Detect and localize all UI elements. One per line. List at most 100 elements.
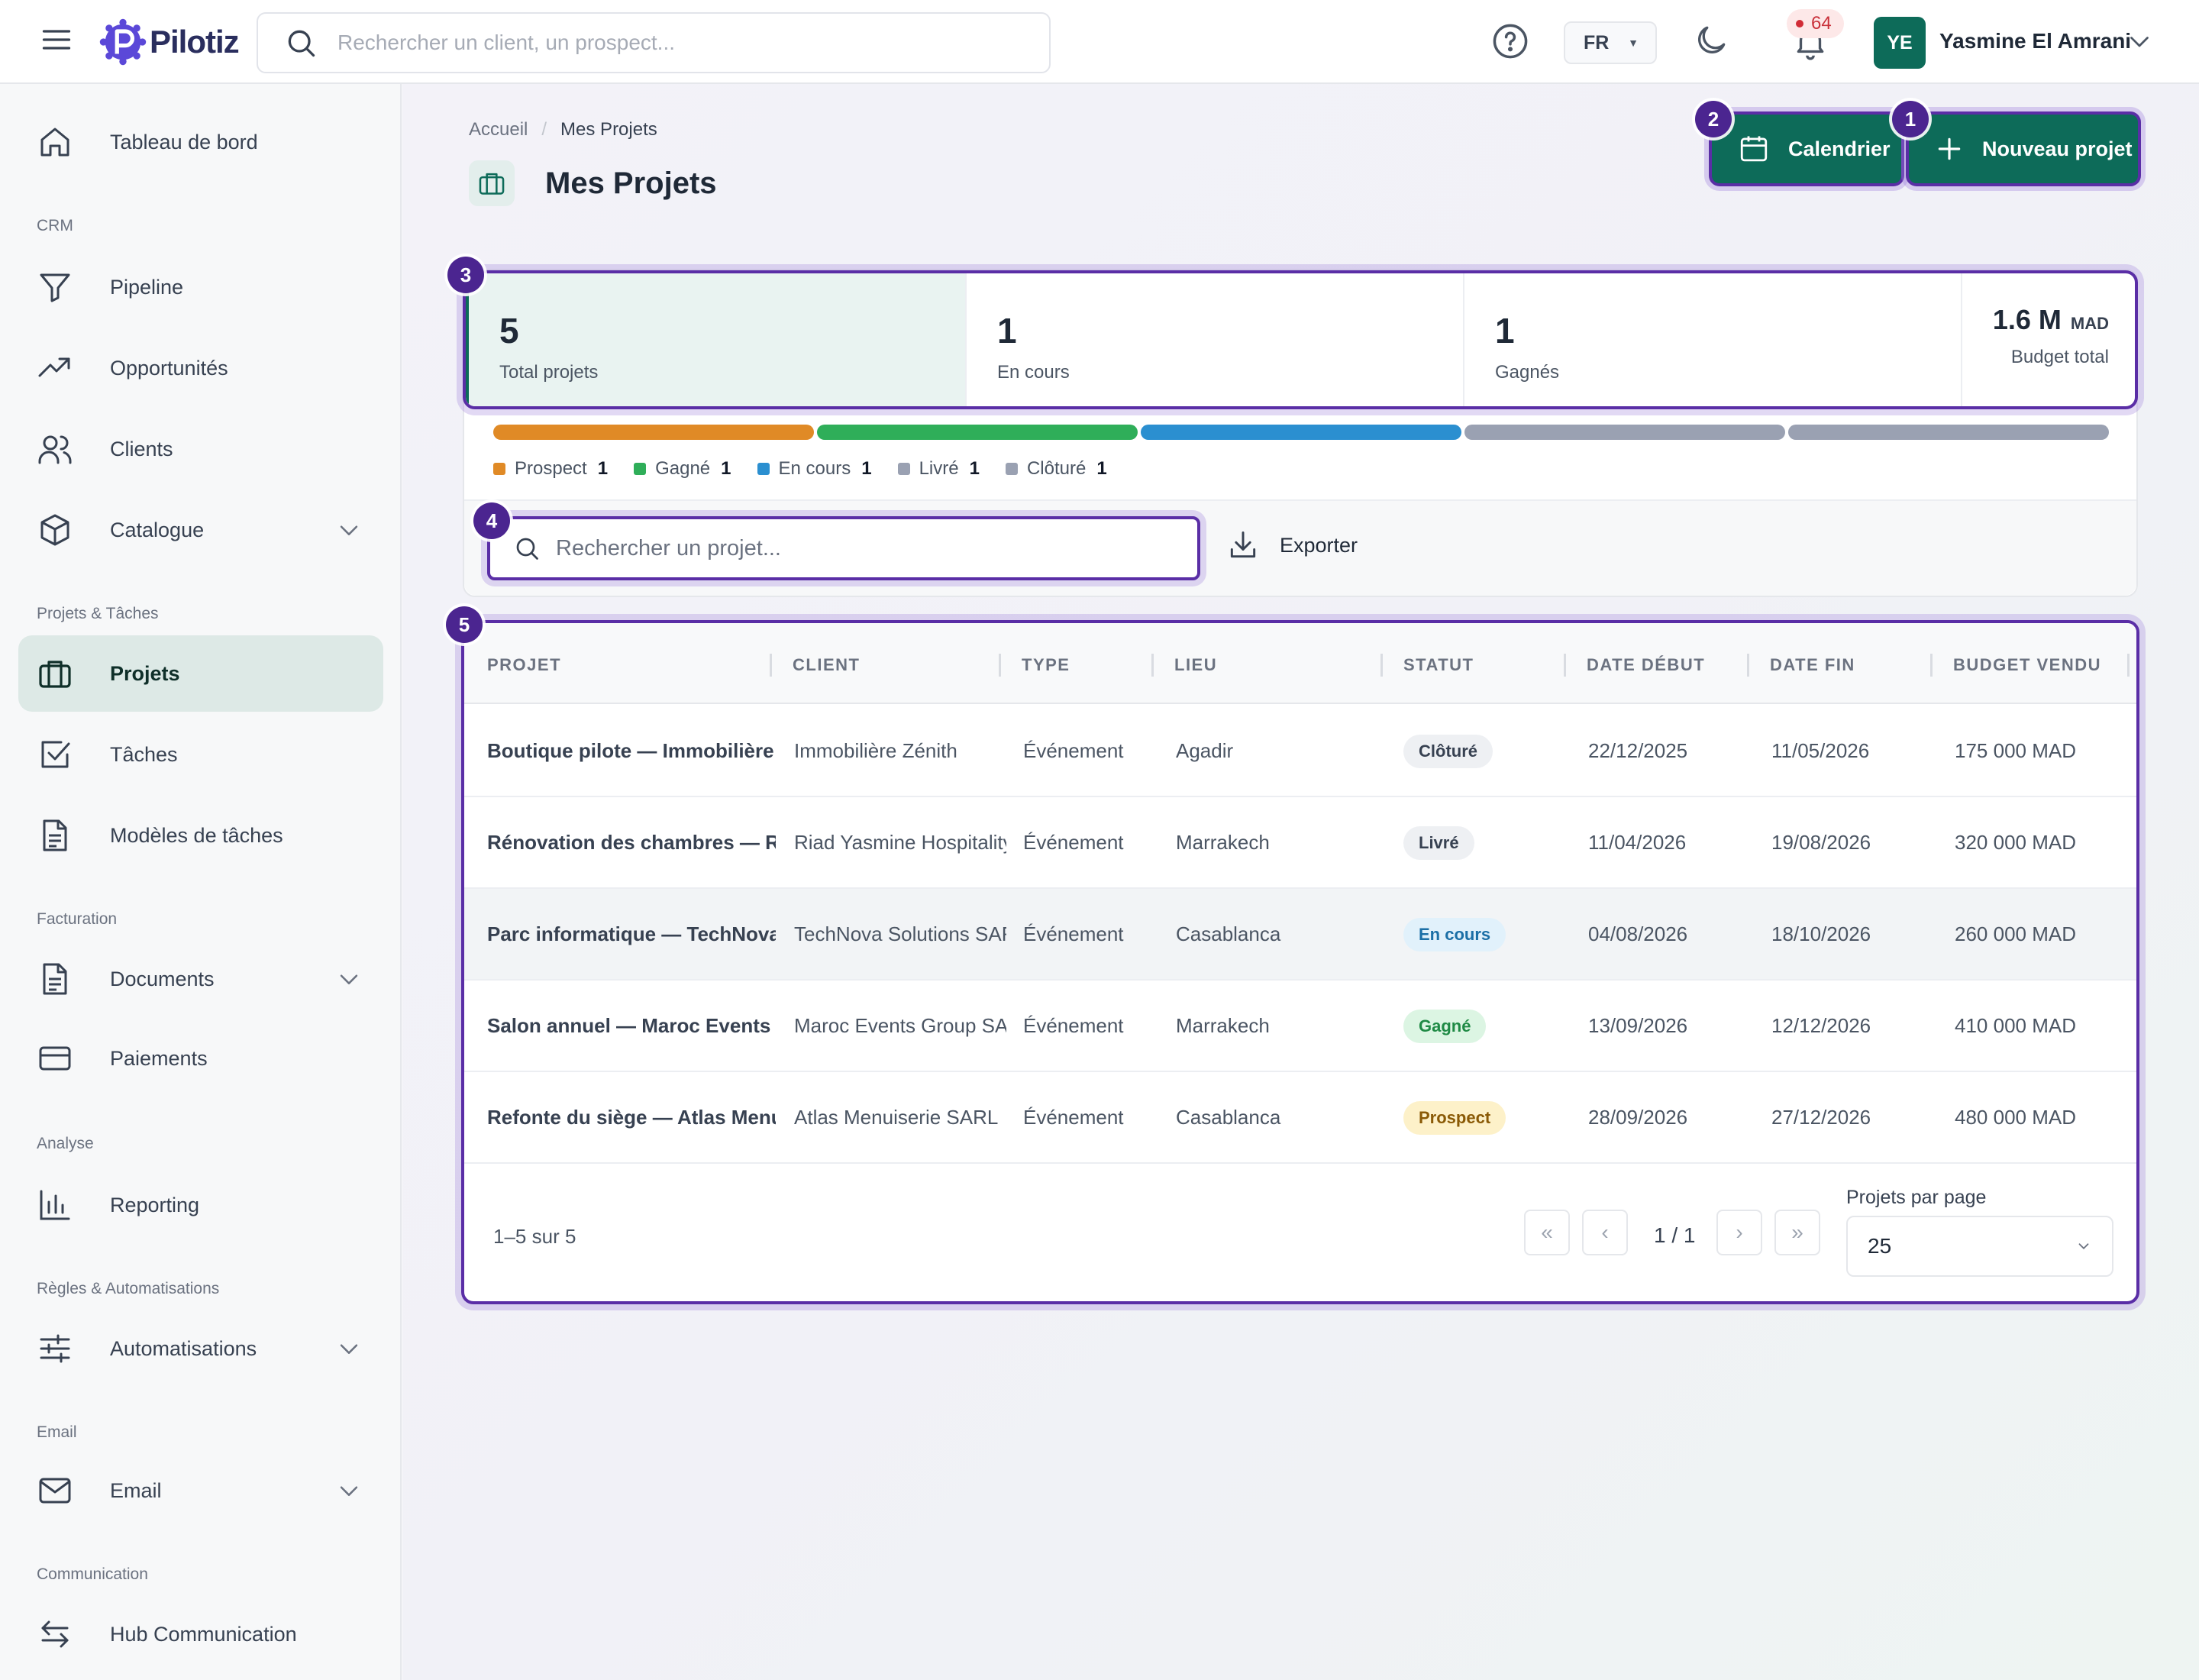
column-resizer[interactable] [999, 654, 1001, 677]
brand-logo[interactable]: Pilotiz [99, 18, 240, 66]
cell-project[interactable]: Boutique pilote — Immobilière Zénith [487, 739, 776, 763]
col-header-end-date[interactable]: DATE FIN [1770, 655, 1855, 675]
chevrons-right-icon: » [1791, 1220, 1803, 1244]
sidebar-item-documents[interactable]: Documents [18, 941, 383, 1017]
column-resizer[interactable] [770, 654, 772, 677]
column-resizer[interactable] [1151, 654, 1154, 677]
tour-step-badge[interactable]: 2 [1695, 101, 1732, 137]
cell-project[interactable]: Rénovation des chambres — Riad Yasmine [487, 831, 776, 855]
per-page-label: Projets par page [1846, 1187, 1987, 1208]
col-header-client[interactable]: CLIENT [793, 655, 860, 675]
stat-in-progress-value: 1 [997, 311, 1017, 351]
next-page-button[interactable]: › [1716, 1210, 1762, 1255]
sidebar-item-email[interactable]: Email [18, 1452, 383, 1529]
project-search[interactable] [487, 516, 1200, 580]
sidebar-item-hub-communication[interactable]: Hub Communication [18, 1596, 383, 1672]
column-resizer[interactable] [1930, 654, 1933, 677]
filter-icon [40, 273, 70, 302]
cell-project[interactable]: Parc informatique — TechNova [487, 922, 776, 946]
prev-page-button[interactable]: ‹ [1582, 1210, 1628, 1255]
users-icon [38, 435, 72, 464]
column-resizer[interactable] [1747, 654, 1749, 677]
tour-step-badge[interactable]: 5 [446, 606, 483, 643]
stat-budget-amount: 1.6 M [1992, 304, 2062, 335]
section-rules: Règles & Automatisations [37, 1280, 220, 1297]
stat-won-value: 1 [1495, 311, 1515, 351]
col-header-status[interactable]: STATUT [1403, 655, 1474, 675]
section-analysis: Analyse [37, 1135, 94, 1152]
col-header-start-date[interactable]: DATE DÉBUT [1587, 655, 1705, 675]
sliders-icon [40, 1334, 70, 1363]
sidebar-item-pipeline[interactable]: Pipeline [18, 249, 383, 325]
progress-segment [1141, 425, 1461, 440]
col-header-project[interactable]: PROJET [487, 655, 561, 675]
column-resizer[interactable] [1380, 654, 1383, 677]
sidebar-item-clients[interactable]: Clients [18, 411, 383, 487]
sidebar-item-label: Catalogue [110, 518, 205, 541]
calendar-icon [1740, 136, 1768, 162]
menu-icon[interactable] [40, 23, 73, 57]
sidebar-item-automations[interactable]: Automatisations [18, 1310, 383, 1387]
chevron-down-icon [340, 525, 358, 535]
col-header-budget[interactable]: BUDGET VENDU [1953, 655, 2101, 675]
legend-item: Livré 1 [897, 458, 980, 480]
user-name[interactable]: Yasmine El Amrani [1939, 29, 2131, 53]
sidebar-item-catalogue[interactable]: Catalogue [18, 492, 383, 568]
sidebar-item-payments[interactable]: Paiements [18, 1020, 383, 1097]
legend-count: 1 [861, 458, 872, 479]
cell-project[interactable]: Salon annuel — Maroc Events Group [487, 1014, 776, 1038]
global-search-input[interactable] [337, 31, 1009, 55]
logo-mark-icon [99, 18, 147, 66]
cell-budget: 410 000 MAD [1955, 1014, 2076, 1037]
avatar[interactable]: YE [1874, 17, 1926, 69]
chevron-right-icon: › [1736, 1220, 1743, 1244]
sidebar-item-opportunities[interactable]: Opportunités [18, 330, 383, 406]
column-resizer[interactable] [2127, 654, 2130, 677]
calendar-button[interactable]: Calendrier [1712, 115, 1901, 183]
chevron-down-icon[interactable] [2126, 27, 2153, 55]
column-resizer[interactable] [1564, 654, 1566, 677]
notification-badge[interactable]: 64 [1787, 9, 1844, 38]
per-page-select[interactable]: 25 [1846, 1216, 2113, 1277]
cell-type: Événement [1023, 831, 1124, 854]
export-button[interactable]: Exporter [1226, 528, 1358, 562]
col-header-type[interactable]: TYPE [1022, 655, 1070, 675]
legend-swatch [634, 463, 647, 475]
sidebar-item-label: Clients [110, 437, 173, 460]
col-header-place[interactable]: LIEU [1174, 655, 1217, 675]
tour-step-badge[interactable]: 4 [473, 502, 510, 539]
stat-total-label: Total projets [499, 362, 599, 383]
cell-type: Événement [1023, 739, 1124, 762]
new-project-button[interactable]: Nouveau projet [1909, 115, 2138, 183]
sidebar-item-tasks[interactable]: Tâches [18, 716, 383, 793]
tour-step-badge[interactable]: 1 [1892, 101, 1929, 137]
breadcrumb-separator: / [541, 119, 547, 140]
table-row[interactable]: Refonte du siège — Atlas Menuiserie Atlas… [464, 1072, 2136, 1164]
table-row[interactable]: Parc informatique — TechNova TechNova Sol… [464, 889, 2136, 981]
project-search-input[interactable] [556, 535, 1182, 561]
last-page-button[interactable]: » [1774, 1210, 1820, 1255]
arrows-exchange-icon [41, 1620, 69, 1648]
sidebar-item-dashboard[interactable]: Tableau de bord [18, 104, 383, 180]
global-search[interactable] [257, 12, 1051, 73]
dark-mode-toggle[interactable] [1692, 21, 1730, 60]
cell-end-date: 12/12/2026 [1771, 1014, 1871, 1037]
sidebar-item-label: Pipeline [110, 275, 184, 299]
sidebar-item-reporting[interactable]: Reporting [18, 1167, 383, 1243]
cell-start-date: 22/12/2025 [1588, 739, 1688, 762]
sidebar-item-task-templates[interactable]: Modèles de tâches [18, 797, 383, 874]
legend-swatch [493, 463, 505, 475]
export-label: Exporter [1280, 533, 1358, 557]
sidebar-item-projects[interactable]: Projets [18, 635, 383, 712]
table-row[interactable]: Rénovation des chambres — Riad Yasmine Ri… [464, 797, 2136, 889]
tour-step-badge[interactable]: 3 [447, 257, 484, 293]
breadcrumb-home[interactable]: Accueil [469, 119, 528, 141]
table-row[interactable]: Salon annuel — Maroc Events Group Maroc E… [464, 981, 2136, 1072]
sidebar-item-label: Reporting [110, 1193, 200, 1216]
help-icon[interactable] [1490, 21, 1530, 61]
legend-count: 1 [969, 458, 980, 479]
cell-project[interactable]: Refonte du siège — Atlas Menuiserie [487, 1106, 776, 1129]
table-row[interactable]: Boutique pilote — Immobilière Zénith Immo… [464, 706, 2136, 797]
first-page-button[interactable]: « [1524, 1210, 1570, 1255]
language-select[interactable]: FR ▼ [1564, 21, 1657, 64]
